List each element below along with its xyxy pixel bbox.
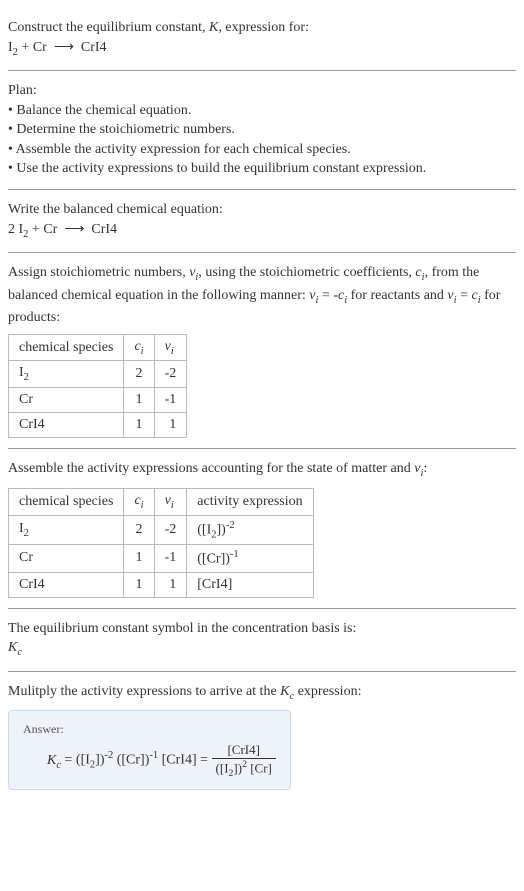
frac-den: ([I2])2 [Cr] (212, 759, 276, 779)
activity-table: chemical species ci νi activity expressi… (8, 488, 314, 598)
symbol-line1: The equilibrium constant symbol in the c… (8, 619, 516, 639)
col-species: chemical species (9, 488, 124, 515)
table-row: Cr 1 -1 (9, 388, 187, 413)
col-v: νi (154, 334, 187, 361)
table-row: Cr 1 -1 ([Cr])-1 (9, 545, 314, 573)
plan-item: • Balance the chemical equation. (8, 101, 516, 121)
cell-v: 1 (154, 572, 187, 597)
prompt-equation: I2 + Cr ⟶ CrI4 (8, 38, 516, 60)
answer-label: Answer: (23, 721, 276, 738)
col-expr: activity expression (187, 488, 313, 515)
cell-v: -1 (154, 545, 187, 573)
plan-item: • Assemble the activity expression for e… (8, 140, 516, 160)
cell-c: 1 (124, 572, 154, 597)
cell-c: 1 (124, 413, 154, 438)
col-v: νi (154, 488, 187, 515)
symbol-section: The equilibrium constant symbol in the c… (8, 609, 516, 672)
plan-title: Plan: (8, 81, 516, 101)
col-c: ci (124, 488, 154, 515)
col-c: ci (124, 334, 154, 361)
symbol-line2: Kc (8, 638, 516, 660)
prompt-section: Construct the equilibrium constant, K, e… (8, 8, 516, 71)
answer-box: Answer: Kc = ([I2])-2 ([Cr])-1 [CrI4] = … (8, 710, 291, 790)
cell-v: -2 (154, 361, 187, 388)
plan-section: Plan: • Balance the chemical equation. •… (8, 71, 516, 190)
cell-species: I2 (9, 361, 124, 388)
table-row: I2 2 -2 ([I2])-2 (9, 515, 314, 544)
prompt-line1: Construct the equilibrium constant, K, e… (8, 18, 516, 38)
cell-v: -2 (154, 515, 187, 544)
plan-item: • Use the activity expressions to build … (8, 159, 516, 179)
multiply-text: Mulitply the activity expressions to arr… (8, 682, 516, 704)
table-header-row: chemical species ci νi (9, 334, 187, 361)
cell-c: 1 (124, 545, 154, 573)
table-row: CrI4 1 1 (9, 413, 187, 438)
activity-section: Assemble the activity expressions accoun… (8, 449, 516, 608)
table-row: I2 2 -2 (9, 361, 187, 388)
stoich-table: chemical species ci νi I2 2 -2 Cr 1 -1 C… (8, 334, 187, 439)
activity-intro: Assemble the activity expressions accoun… (8, 459, 516, 481)
cell-v: -1 (154, 388, 187, 413)
balanced-equation: 2 I2 + Cr ⟶ CrI4 (8, 220, 516, 242)
cell-expr: ([I2])-2 (187, 515, 313, 544)
cell-v: 1 (154, 413, 187, 438)
table-header-row: chemical species ci νi activity expressi… (9, 488, 314, 515)
plan-item: • Determine the stoichiometric numbers. (8, 120, 516, 140)
cell-species: CrI4 (9, 572, 124, 597)
cell-expr: ([Cr])-1 (187, 545, 313, 573)
col-species: chemical species (9, 334, 124, 361)
cell-species: Cr (9, 388, 124, 413)
balanced-title: Write the balanced chemical equation: (8, 200, 516, 220)
answer-equation: Kc = ([I2])-2 ([Cr])-1 [CrI4] = [CrI4] (… (23, 742, 276, 779)
cell-c: 1 (124, 388, 154, 413)
cell-species: CrI4 (9, 413, 124, 438)
cell-c: 2 (124, 361, 154, 388)
stoich-section: Assign stoichiometric numbers, νi, using… (8, 253, 516, 449)
cell-expr: [CrI4] (187, 572, 313, 597)
cell-species: Cr (9, 545, 124, 573)
cell-species: I2 (9, 515, 124, 544)
cell-c: 2 (124, 515, 154, 544)
table-row: CrI4 1 1 [CrI4] (9, 572, 314, 597)
frac-num: [CrI4] (212, 742, 276, 759)
multiply-section: Mulitply the activity expressions to arr… (8, 672, 516, 800)
balanced-section: Write the balanced chemical equation: 2 … (8, 190, 516, 253)
stoich-intro: Assign stoichiometric numbers, νi, using… (8, 263, 516, 328)
